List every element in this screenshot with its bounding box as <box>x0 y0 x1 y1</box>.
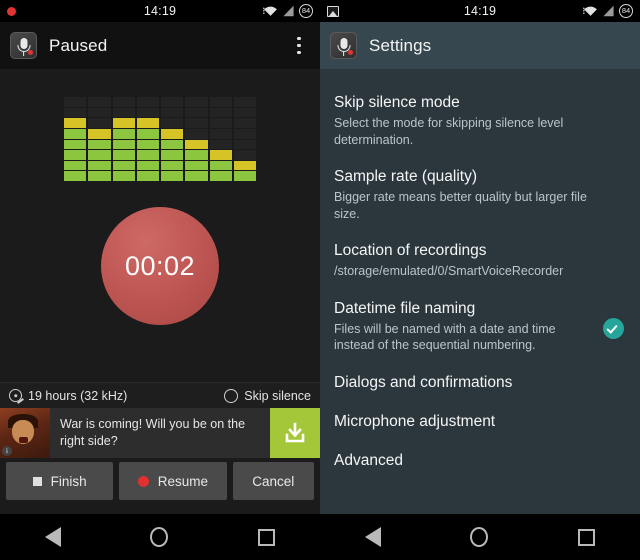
info-strip: 19 hours (32 kHz) Skip silence <box>0 382 320 408</box>
settings-list: Skip silence mode Select the mode for sk… <box>320 69 640 480</box>
vu-column <box>161 97 184 181</box>
settings-screen: 14:19 84 Settings Skip silence mode Sele… <box>320 0 640 560</box>
ad-thumbnail: i <box>0 408 50 458</box>
setting-title: Skip silence mode <box>334 94 460 111</box>
cancel-button[interactable]: Cancel <box>232 462 314 500</box>
signal-icon <box>603 5 614 17</box>
dual-screenshot-container: 14:19 84 Paused 00:02 19 hours (32 kHz) … <box>0 0 640 560</box>
setting-title: Location of recordings <box>334 242 487 259</box>
setting-microphone-adjustment[interactable]: Microphone adjustment <box>320 402 640 441</box>
record-dot-icon <box>7 6 16 16</box>
capacity-label: 19 hours (32 kHz) <box>28 388 128 403</box>
status-bar-right-icons: 84 <box>263 4 313 18</box>
setting-summary: Select the mode for skipping silence lev… <box>334 116 564 147</box>
back-icon[interactable] <box>44 527 61 547</box>
status-bar-left-icons <box>7 6 16 16</box>
vu-column <box>88 97 111 181</box>
skip-silence-toggle[interactable]: Skip silence <box>224 388 311 403</box>
microphone-app-icon <box>10 32 37 59</box>
finish-button[interactable]: Finish <box>6 462 114 500</box>
setting-skip-silence-mode[interactable]: Skip silence mode Select the mode for sk… <box>320 83 640 157</box>
vu-column <box>112 97 135 181</box>
vu-column <box>136 97 159 181</box>
finish-button-label: Finish <box>50 473 87 489</box>
ad-text: War is coming! Will you be on the right … <box>60 417 246 448</box>
record-timer-button[interactable]: 00:02 <box>101 207 219 325</box>
setting-title: Dialogs and confirmations <box>334 373 513 391</box>
vu-column <box>64 97 87 181</box>
vu-column <box>209 97 232 181</box>
setting-title: Sample rate (quality) <box>334 168 478 185</box>
status-bar-right: 14:19 84 <box>320 0 640 22</box>
setting-dialogs-and-confirmations[interactable]: Dialogs and confirmations <box>320 363 640 402</box>
resume-button[interactable]: Resume <box>119 462 227 500</box>
setting-title: Advanced <box>334 451 403 469</box>
vu-meter <box>64 97 256 181</box>
recents-icon[interactable] <box>578 528 596 546</box>
datetime-naming-checkbox[interactable] <box>603 317 624 339</box>
recents-icon[interactable] <box>258 528 276 546</box>
signal-icon <box>283 5 294 17</box>
nav-bar-right <box>320 514 640 560</box>
status-bar-right-icons: 84 <box>583 4 633 18</box>
resume-button-label: Resume <box>157 473 209 489</box>
transport-buttons: Finish Resume Cancel <box>0 458 320 504</box>
skip-silence-label: Skip silence <box>244 388 311 403</box>
wifi-icon <box>263 6 277 16</box>
ad-install-button[interactable] <box>270 408 320 458</box>
recorder-screen: 14:19 84 Paused 00:02 19 hours (32 kHz) … <box>0 0 320 560</box>
action-bar-left: Paused <box>0 22 320 69</box>
vu-column <box>185 97 208 181</box>
page-title: Paused <box>49 35 108 55</box>
setting-location-of-recordings[interactable]: Location of recordings /storage/emulated… <box>320 231 640 289</box>
skip-silence-checkbox-icon[interactable] <box>224 388 239 403</box>
microphone-app-icon <box>330 32 357 59</box>
setting-title: Microphone adjustment <box>334 412 496 430</box>
home-icon[interactable] <box>470 527 489 547</box>
setting-summary: Bigger rate means better quality but lar… <box>334 190 587 221</box>
setting-summary: /storage/emulated/0/SmartVoiceRecorder <box>334 264 564 278</box>
vu-column <box>233 97 256 181</box>
back-icon[interactable] <box>364 527 381 547</box>
wifi-icon <box>583 6 597 16</box>
setting-sample-rate[interactable]: Sample rate (quality) Bigger rate means … <box>320 157 640 231</box>
status-bar-left: 14:19 84 <box>0 0 320 22</box>
ad-info-badge[interactable]: i <box>2 446 12 456</box>
setting-title: Datetime file naming <box>334 299 476 317</box>
page-title: Settings <box>369 35 432 55</box>
record-icon <box>137 475 149 487</box>
setting-summary: Files will be named with a date and time… <box>334 321 556 353</box>
battery-icon: 84 <box>619 4 633 18</box>
cancel-button-label: Cancel <box>252 473 295 489</box>
timer-area: 00:02 <box>0 207 320 325</box>
setting-datetime-file-naming[interactable]: Datetime file naming Files will be named… <box>320 289 640 363</box>
disc-icon <box>9 389 22 402</box>
nav-bar-left <box>0 514 320 560</box>
setting-advanced[interactable]: Advanced <box>320 441 640 480</box>
stop-icon <box>32 476 42 486</box>
image-icon <box>327 5 339 17</box>
download-icon <box>285 422 305 443</box>
status-bar-left-icons <box>327 5 339 17</box>
battery-icon: 84 <box>299 4 313 18</box>
home-icon[interactable] <box>150 527 169 547</box>
ad-banner[interactable]: i War is coming! Will you be on the righ… <box>0 408 320 458</box>
action-bar-right: Settings <box>320 22 640 69</box>
overflow-menu-icon[interactable] <box>288 31 310 61</box>
